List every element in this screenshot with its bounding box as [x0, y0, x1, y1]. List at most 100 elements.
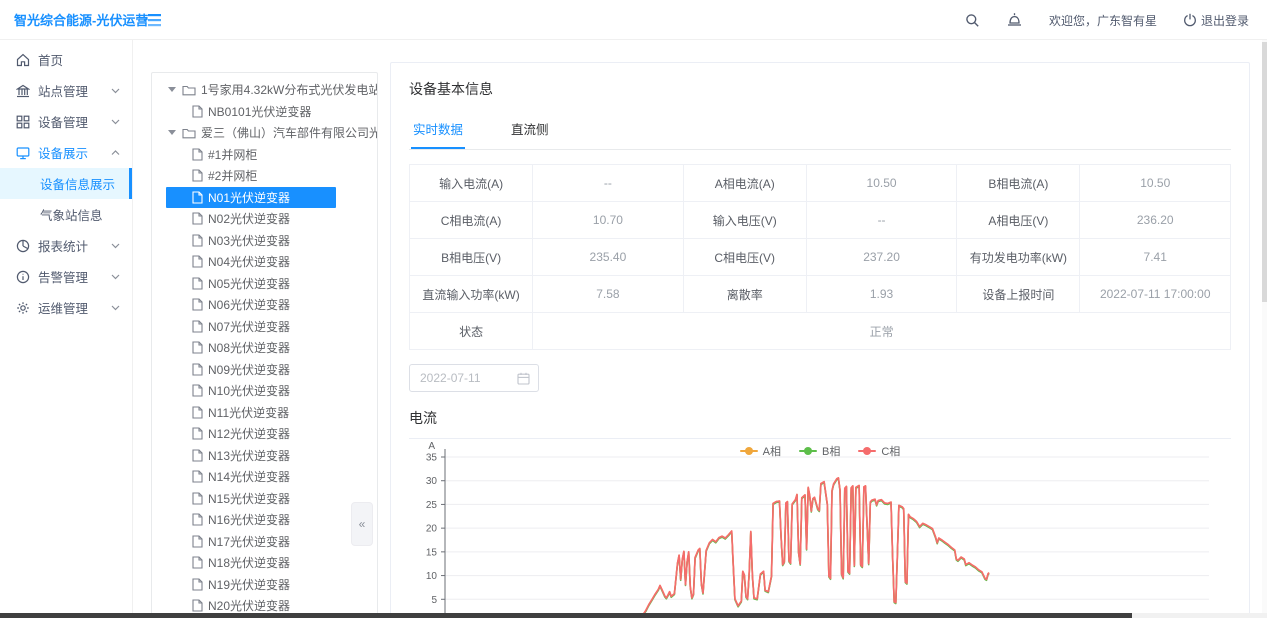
tree-node-file[interactable]: N16光伏逆变器	[152, 509, 377, 531]
cell-label: 设备上报时间	[957, 276, 1080, 313]
vertical-scrollbar-track	[1262, 40, 1267, 613]
tree-node-file[interactable]: N02光伏逆变器	[152, 208, 377, 230]
tree-node-file[interactable]: N11光伏逆变器	[152, 402, 377, 424]
sidebar-item-device-display[interactable]: 设备展示	[0, 137, 132, 168]
table-row-status: 状态 正常	[410, 313, 1231, 350]
tree-node-file[interactable]: #1并网柜	[152, 144, 377, 166]
legend-item-phase-b[interactable]: B相	[799, 443, 840, 459]
file-icon	[192, 599, 203, 612]
tree-node-label: N16光伏逆变器	[208, 511, 290, 528]
sidebar-item-label: 告警管理	[38, 267, 88, 286]
tree-node-label: N15光伏逆变器	[208, 490, 290, 507]
legend-label: C相	[881, 443, 900, 459]
sidebar-subitem-label: 气象站信息	[40, 205, 103, 224]
tree-node-file[interactable]: N18光伏逆变器	[152, 552, 377, 574]
tree-node-file[interactable]: N14光伏逆变器	[152, 466, 377, 488]
tree-node-file[interactable]: N09光伏逆变器	[152, 359, 377, 381]
tree-node-label: N06光伏逆变器	[208, 296, 290, 313]
logout-button[interactable]: 退出登录	[1183, 12, 1249, 29]
search-icon[interactable]	[965, 13, 980, 28]
caret-down-icon[interactable]	[168, 87, 176, 92]
tree-node-label: N20光伏逆变器	[208, 597, 290, 614]
file-icon	[192, 556, 203, 569]
menu-fold-button[interactable]	[143, 11, 163, 29]
sidebar-item-label: 站点管理	[38, 81, 88, 100]
device-tree-panel: 1号家用4.32kW分布式光伏发电站NB0101光伏逆变器爱三（佛山）汽车部件有…	[151, 72, 378, 618]
cell-label: 有功发电功率(kW)	[957, 239, 1080, 276]
svg-text:25: 25	[426, 500, 438, 511]
current-chart: A相 B相 C相 05101520253035A00:0001:0002:000…	[409, 441, 1231, 618]
file-icon	[192, 298, 203, 311]
tree-node-label: N08光伏逆变器	[208, 339, 290, 356]
alarm-icon[interactable]	[1006, 12, 1023, 28]
tree-node-file[interactable]: N15光伏逆变器	[152, 488, 377, 510]
cell-label: C相电流(A)	[410, 202, 533, 239]
tree-node-folder[interactable]: 1号家用4.32kW分布式光伏发电站	[152, 79, 377, 101]
tab-dc-side[interactable]: 直流侧	[509, 113, 551, 149]
file-icon	[192, 449, 203, 462]
sidebar-subitem-device-info[interactable]: 设备信息展示	[0, 168, 132, 199]
tree-node-file[interactable]: NB0101光伏逆变器	[152, 101, 377, 123]
bank-icon	[16, 84, 30, 98]
sidebar-item-label: 报表统计	[38, 236, 88, 255]
tree-node-file[interactable]: N04光伏逆变器	[152, 251, 377, 273]
tree-node-file[interactable]: N19光伏逆变器	[152, 574, 377, 596]
tree-node-label: N14光伏逆变器	[208, 468, 290, 485]
tree-node-file[interactable]: N08光伏逆变器	[152, 337, 377, 359]
sidebar-item-operations[interactable]: 运维管理	[0, 292, 132, 323]
device-tree: 1号家用4.32kW分布式光伏发电站NB0101光伏逆变器爱三（佛山）汽车部件有…	[152, 79, 377, 618]
table-row: C相电流(A) 10.70 输入电压(V) -- A相电压(V) 236.20	[410, 202, 1231, 239]
home-icon	[16, 53, 30, 67]
info-circle-icon	[16, 270, 30, 284]
horizontal-scrollbar-thumb[interactable]	[0, 613, 1132, 618]
tree-node-file[interactable]: N17光伏逆变器	[152, 531, 377, 553]
tree-collapse-handle[interactable]: «	[351, 502, 373, 546]
cell-label: 直流输入功率(kW)	[410, 276, 533, 313]
tree-node-file[interactable]: N06光伏逆变器	[152, 294, 377, 316]
tree-node-file[interactable]: #2并网柜	[152, 165, 377, 187]
cell-value: --	[806, 202, 957, 239]
tree-node-file[interactable]: N03光伏逆变器	[152, 230, 377, 252]
cell-value: 237.20	[806, 239, 957, 276]
sidebar-item-sites[interactable]: 站点管理	[0, 75, 132, 106]
file-icon	[192, 105, 203, 118]
divider	[409, 438, 1231, 439]
legend-marker-c-icon	[858, 447, 876, 455]
tree-node-label: N10光伏逆变器	[208, 382, 290, 399]
gear-icon	[16, 301, 30, 315]
svg-text:10: 10	[426, 571, 438, 582]
status-label: 状态	[410, 313, 533, 350]
legend-item-phase-c[interactable]: C相	[858, 443, 900, 459]
tree-node-file[interactable]: N12光伏逆变器	[152, 423, 377, 445]
tree-node-label: N04光伏逆变器	[208, 253, 290, 270]
device-info-panel: 设备基本信息 实时数据 直流侧 输入电流(A) -- A相电流(A) 10.50…	[390, 62, 1250, 618]
tree-node-label: N02光伏逆变器	[208, 210, 290, 227]
tree-node-file[interactable]: N10光伏逆变器	[152, 380, 377, 402]
svg-text:5: 5	[431, 595, 437, 606]
file-icon	[192, 492, 203, 505]
date-picker[interactable]: 2022-07-11	[409, 364, 539, 392]
tree-node-file[interactable]: N13光伏逆变器	[152, 445, 377, 467]
tab-realtime-data[interactable]: 实时数据	[411, 113, 465, 149]
tree-node-label: N12光伏逆变器	[208, 425, 290, 442]
file-icon	[192, 578, 203, 591]
tree-node-file[interactable]: N05光伏逆变器	[152, 273, 377, 295]
legend-item-phase-a[interactable]: A相	[740, 443, 781, 459]
sidebar-item-home[interactable]: 首页	[0, 44, 132, 75]
caret-down-icon[interactable]	[168, 130, 176, 135]
svg-text:20: 20	[426, 524, 438, 535]
cell-label: 离散率	[683, 276, 806, 313]
sidebar-item-devices[interactable]: 设备管理	[0, 106, 132, 137]
tree-node-file[interactable]: N07光伏逆变器	[152, 316, 377, 338]
logout-icon	[1183, 13, 1197, 27]
pie-chart-icon	[16, 239, 30, 253]
tree-node-file[interactable]: N01光伏逆变器	[166, 187, 336, 209]
chevron-down-icon	[111, 305, 120, 311]
sidebar-item-alarms[interactable]: 告警管理	[0, 261, 132, 292]
sidebar-item-reports[interactable]: 报表统计	[0, 230, 132, 261]
cell-value: 10.70	[533, 202, 684, 239]
vertical-scrollbar-thumb[interactable]	[1262, 42, 1267, 302]
sidebar-subitem-weather-station[interactable]: 气象站信息	[0, 199, 132, 230]
tree-node-folder[interactable]: 爱三（佛山）汽车部件有限公司光伏发电站	[152, 122, 377, 144]
sidebar-subitem-label: 设备信息展示	[40, 174, 115, 193]
